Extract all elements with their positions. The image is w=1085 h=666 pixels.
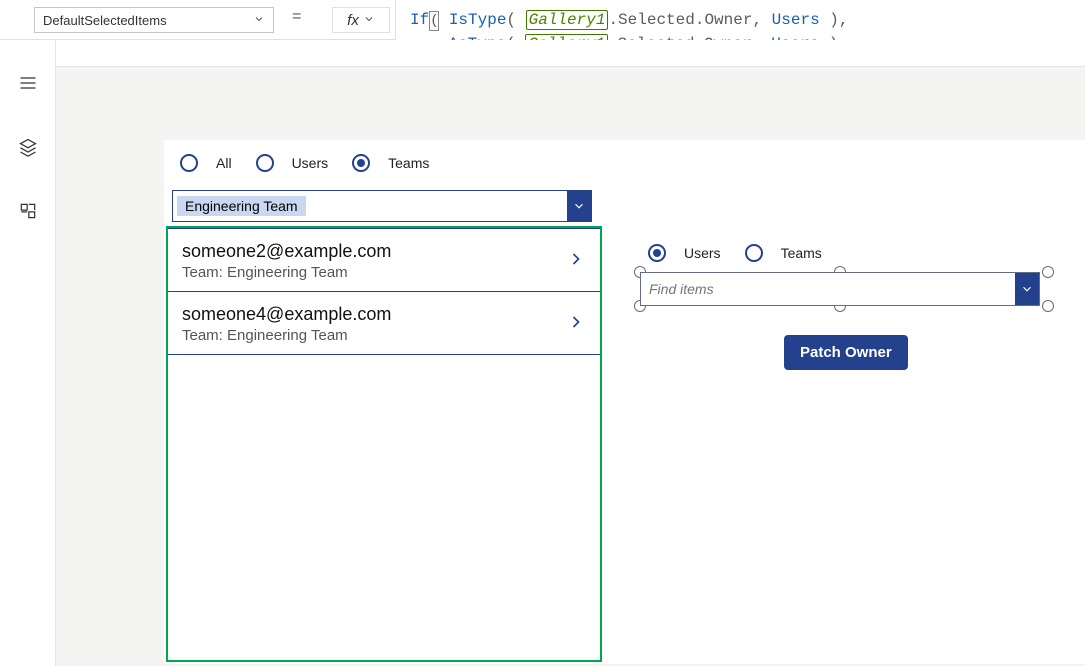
token-if: If — [410, 11, 429, 29]
property-select[interactable]: DefaultSelectedItems — [34, 7, 274, 33]
right-column: Users Teams Patch Owner — [634, 140, 1064, 272]
patch-owner-button[interactable]: Patch Owner — [784, 335, 908, 370]
left-column: All Users Teams Engineering Team someone… — [164, 140, 604, 182]
equals-label: = — [292, 8, 301, 26]
canvas: All Users Teams Engineering Team someone… — [56, 40, 1085, 666]
radio-users-right-label: Users — [684, 245, 721, 261]
team-combobox[interactable]: Engineering Team — [172, 190, 592, 222]
left-rail — [0, 0, 56, 666]
token-istype: IsType — [449, 11, 507, 29]
hamburger-icon[interactable] — [17, 72, 39, 94]
radio-teams-right-label: Teams — [781, 245, 822, 261]
chevron-down-icon[interactable] — [1015, 273, 1039, 305]
radio-all[interactable] — [180, 154, 198, 172]
right-radio-group: Users Teams — [634, 140, 1064, 272]
cursor-paren: ( — [429, 11, 439, 31]
chevron-down-icon — [253, 13, 265, 28]
token-users: Users — [772, 11, 820, 29]
gallery1[interactable]: someone2@example.com Team: Engineering T… — [166, 226, 602, 662]
radio-teams-label: Teams — [388, 155, 429, 171]
fx-button[interactable]: fx — [332, 7, 390, 33]
chevron-down-icon — [363, 12, 375, 29]
gallery-item-title: someone2@example.com — [182, 241, 391, 262]
app-screen: All Users Teams Engineering Team someone… — [164, 140, 1085, 664]
chevron-right-icon[interactable] — [566, 249, 586, 274]
fx-label: fx — [347, 12, 359, 29]
radio-teams[interactable] — [352, 154, 370, 172]
gallery-item[interactable]: someone4@example.com Team: Engineering T… — [168, 292, 600, 355]
left-radio-group: All Users Teams — [164, 140, 604, 182]
team-combobox-value: Engineering Team — [177, 196, 306, 216]
components-icon[interactable] — [17, 200, 39, 222]
chevron-down-icon[interactable] — [567, 191, 591, 221]
owner-combobox[interactable] — [640, 272, 1040, 306]
gallery-item-subtitle: Team: Engineering Team — [182, 327, 391, 344]
token-gallery1: Gallery1 — [526, 10, 609, 30]
selected-combobox-wrapper — [634, 272, 1060, 306]
radio-users-label: Users — [292, 155, 329, 171]
selection-handle[interactable] — [1042, 300, 1054, 312]
gallery-item-subtitle: Team: Engineering Team — [182, 264, 391, 281]
gallery-item[interactable]: someone2@example.com Team: Engineering T… — [168, 228, 600, 292]
radio-all-label: All — [216, 155, 232, 171]
selection-handle[interactable] — [1042, 266, 1054, 278]
gallery-item-title: someone4@example.com — [182, 304, 391, 325]
property-select-value: DefaultSelectedItems — [43, 13, 167, 28]
chevron-right-icon[interactable] — [566, 312, 586, 337]
radio-users[interactable] — [256, 154, 274, 172]
radio-teams-right[interactable] — [745, 244, 763, 262]
owner-combobox-input[interactable] — [641, 281, 1015, 297]
radio-users-right[interactable] — [648, 244, 666, 262]
layers-icon[interactable] — [17, 136, 39, 158]
